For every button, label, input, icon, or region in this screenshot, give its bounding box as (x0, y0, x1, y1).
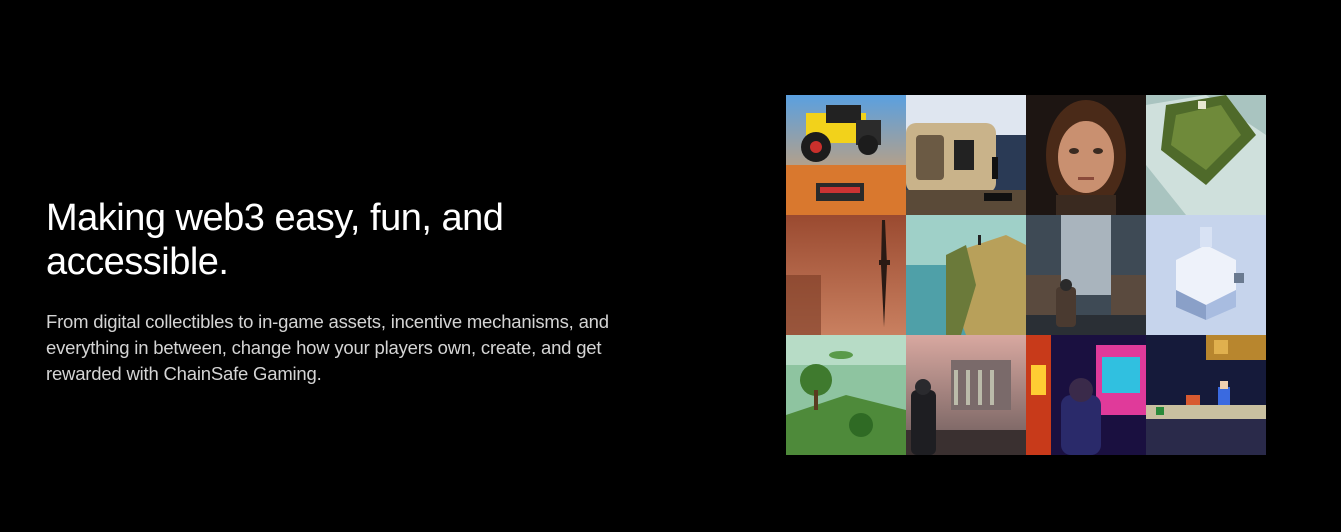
pixel-platformer-image (1146, 335, 1266, 455)
hero-headline: Making web3 easy, fun, and accessible. (46, 197, 504, 283)
sci-fi-station-image (906, 95, 1026, 215)
snow-house-image (1146, 215, 1266, 335)
trees-island-image (786, 335, 906, 455)
girl-portrait-image (1026, 95, 1146, 215)
hero-section: Making web3 easy, fun, and accessible. F… (0, 0, 1341, 532)
green-diorama-image (1146, 95, 1266, 215)
arcade-neon-image (1026, 335, 1146, 455)
hero-description: From digital collectibles to in-game ass… (46, 311, 609, 384)
cliff-landscape-image (906, 215, 1026, 335)
tunnel-soldier-image (1026, 215, 1146, 335)
ruined-city-image (906, 335, 1026, 455)
game-art-gallery (786, 95, 1266, 455)
tractor-voxel-image (786, 95, 906, 215)
sword-desert-image (786, 215, 906, 335)
